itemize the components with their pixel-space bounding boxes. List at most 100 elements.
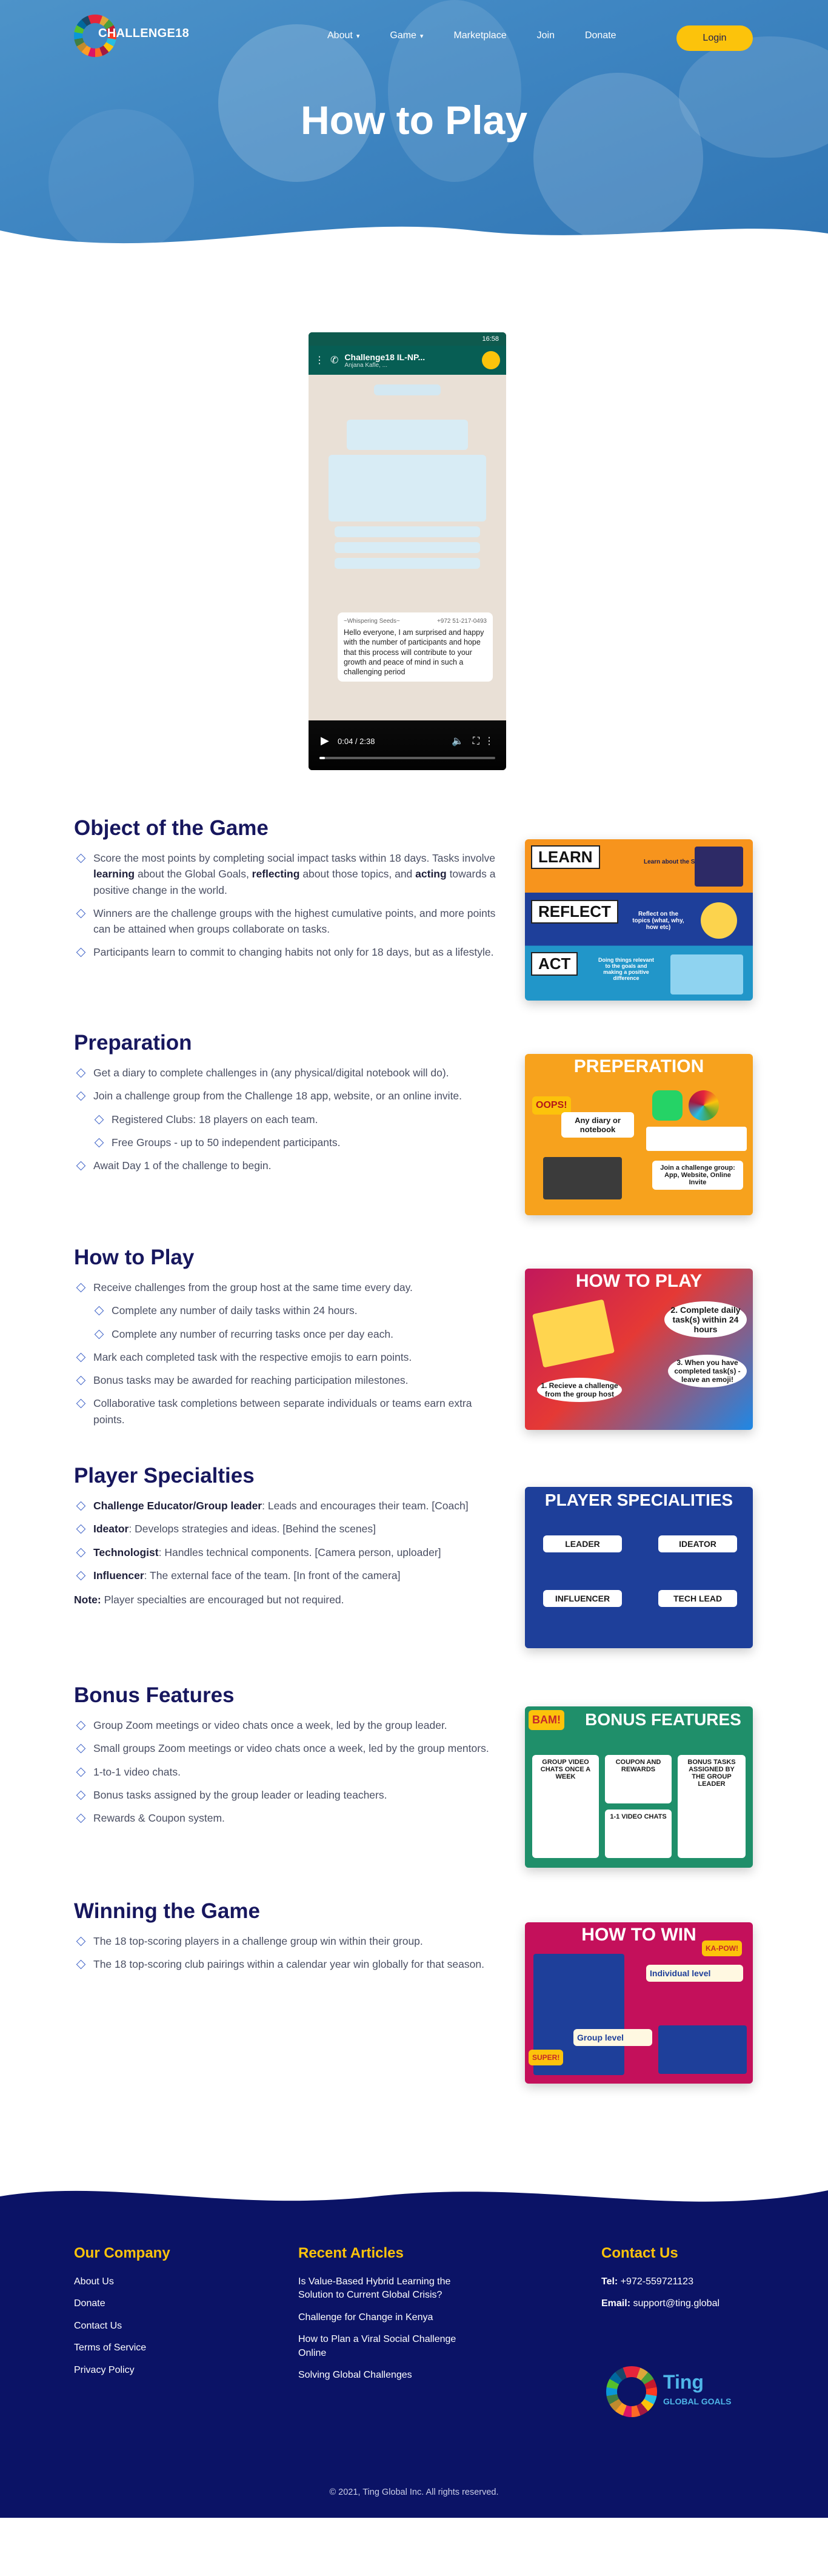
- role-name: Challenge Educator/Group leader: [93, 1500, 262, 1512]
- nav-item-about[interactable]: About ▾: [327, 30, 359, 41]
- volume-icon[interactable]: 🔈: [452, 735, 464, 747]
- chat-system-message: [329, 455, 486, 522]
- chat-subtitle: Anjana Kafle, ...: [344, 361, 388, 369]
- illustration-step: 2. Complete daily task(s) within 24 hour…: [664, 1301, 747, 1338]
- illustration-bubble: Any diary or notebook: [561, 1112, 634, 1138]
- chat-title: Challenge18 IL-NP...: [344, 352, 426, 362]
- feature-box: GROUP VIDEO CHATS ONCE A WEEK: [532, 1755, 599, 1858]
- status-time: 16:58: [482, 335, 499, 343]
- more-options-icon[interactable]: ⋮: [484, 735, 494, 747]
- illustration-word: LEARN: [531, 845, 600, 869]
- video-progress-bar[interactable]: [319, 757, 495, 759]
- section-body: Receive challenges from the group host a…: [74, 1280, 498, 1435]
- footer-article-link[interactable]: Challenge for Change in Kenya: [298, 2311, 474, 2324]
- list-item: Mark each completed task with the respec…: [74, 1349, 498, 1365]
- nav-item-label: About: [327, 30, 353, 41]
- list-item: Get a diary to complete challenges in (a…: [74, 1065, 498, 1081]
- site-footer: Our Company About Us Donate Contact Us T…: [0, 2166, 828, 2518]
- illustration-caption: Doing things relevant to the goals and m…: [598, 957, 654, 981]
- section-title: Bonus Features: [74, 1683, 235, 1707]
- list-item: Group Zoom meetings or video chats once …: [74, 1717, 498, 1733]
- list-item: The 18 top-scoring players in a challeng…: [74, 1933, 498, 1949]
- chat-system-message: [335, 526, 480, 537]
- video-progress-fill: [319, 757, 325, 759]
- role-description: : Handles technical components. [Camera …: [158, 1546, 441, 1558]
- play-icon[interactable]: ▶: [321, 734, 329, 747]
- footer-link-about[interactable]: About Us: [74, 2275, 146, 2289]
- list-item: Rewards & Coupon system.: [74, 1810, 498, 1826]
- phone-icon: [532, 1299, 615, 1368]
- nav-item-label: Join: [536, 30, 555, 41]
- illustration-caption: Reflect on the topics (what, why, how et…: [632, 911, 684, 931]
- illustration-exclaim: KA-POW!: [702, 1940, 742, 1956]
- illustration-title: HOW TO PLAY: [575, 1271, 703, 1291]
- nav-item-label: Donate: [584, 30, 616, 41]
- list-item: 1-to-1 video chats.: [74, 1764, 498, 1780]
- footer-article-link[interactable]: How to Plan a Viral Social Challenge Onl…: [298, 2333, 474, 2360]
- role-name: Influencer: [93, 1569, 144, 1581]
- list-item: Bonus tasks assigned by the group leader…: [74, 1787, 498, 1803]
- section-title: Preparation: [74, 1031, 192, 1055]
- login-button[interactable]: Login: [676, 25, 753, 51]
- list-item: Complete any number of recurring tasks o…: [92, 1326, 498, 1342]
- chat-system-message: [335, 558, 480, 569]
- role-card: INFLUENCER: [543, 1590, 622, 1607]
- section-preparation: Preparation Get a diary to complete chal…: [0, 1031, 828, 1246]
- role-card: LEADER: [543, 1535, 622, 1552]
- logo-subtext: GLOBAL GOALS: [663, 2397, 732, 2406]
- section-title: Player Specialties: [74, 1464, 255, 1488]
- role-card: IDEATOR: [658, 1535, 737, 1552]
- message-sender: ~Whispering Seeds~: [344, 618, 400, 625]
- section-body: Group Zoom meetings or video chats once …: [74, 1717, 498, 1833]
- footer-link-terms[interactable]: Terms of Service: [74, 2341, 146, 2355]
- video-time: 0:04 / 2:38: [338, 737, 375, 746]
- role-description: : Develops strategies and ideas. [Behind…: [129, 1523, 376, 1535]
- footer-phone[interactable]: Tel: +972-559721123: [601, 2275, 719, 2289]
- footer-email[interactable]: Email: support@ting.global: [601, 2297, 719, 2310]
- footer-link-privacy[interactable]: Privacy Policy: [74, 2364, 146, 2377]
- sdg-wheel-icon: [606, 2366, 657, 2417]
- bullet-list: Challenge Educator/Group leader: Leads a…: [74, 1498, 498, 1583]
- chat-system-message: [335, 542, 480, 553]
- role-name: Ideator: [93, 1523, 129, 1535]
- bonus-features-illustration: BONUS FEATURES BAM! GROUP VIDEO CHATS ON…: [525, 1706, 753, 1868]
- nav-item-join[interactable]: Join: [537, 30, 555, 41]
- video-player[interactable]: 16:58 ⋮ ✆ Challenge18 IL-NP... Anjana Ka…: [309, 332, 506, 770]
- nav-item-game[interactable]: Game ▾: [390, 30, 423, 41]
- footer-article-link[interactable]: Is Value-Based Hybrid Learning the Solut…: [298, 2275, 474, 2303]
- illustration-caption: Individual level: [646, 1965, 743, 1982]
- date-chip: [374, 384, 441, 395]
- list-item: Bonus tasks may be awarded for reaching …: [74, 1372, 498, 1388]
- section-title: How to Play: [74, 1246, 195, 1269]
- bullet-list: Receive challenges from the group host a…: [74, 1280, 498, 1295]
- list-item: Challenge Educator/Group leader: Leads a…: [74, 1498, 498, 1514]
- footer-link-donate[interactable]: Donate: [74, 2297, 146, 2310]
- list-item: Collaborative task completions between s…: [74, 1395, 498, 1427]
- illustration-step: 3. When you have completed task(s) - lea…: [668, 1355, 747, 1387]
- footer-link-contact[interactable]: Contact Us: [74, 2319, 146, 2333]
- list-item: Complete any number of daily tasks withi…: [92, 1303, 498, 1318]
- nav-item-donate[interactable]: Donate: [585, 30, 616, 41]
- role-name: Technologist: [93, 1546, 159, 1558]
- section-player-specialties: Player Specialties Challenge Educator/Gr…: [0, 1464, 828, 1683]
- ting-global-goals-logo[interactable]: Ting GLOBAL GOALS: [606, 2366, 752, 2421]
- nav-item-marketplace[interactable]: Marketplace: [453, 30, 506, 41]
- nav-item-label: Game: [390, 30, 416, 41]
- role-description: : Leads and encourages their team. [Coac…: [262, 1500, 469, 1512]
- footer-article-link[interactable]: Solving Global Challenges: [298, 2369, 474, 2382]
- section-body: The 18 top-scoring players in a challeng…: [74, 1933, 498, 1980]
- section-objective: Object of the Game Score the most points…: [0, 816, 828, 1031]
- website-preview: [646, 1127, 747, 1151]
- list-item: Technologist: Handles technical componen…: [74, 1545, 498, 1560]
- role-card: TECH LEAD: [658, 1590, 737, 1607]
- video-controls: ▶ 0:04 / 2:38 🔈 ⛶ ⋮: [309, 720, 506, 770]
- footer-article-links: Is Value-Based Hybrid Learning the Solut…: [298, 2275, 474, 2390]
- hero-banner: CHALLENGE18 About ▾ Game ▾ Marketplace J…: [0, 0, 828, 267]
- list-item: Score the most points by completing soci…: [74, 850, 498, 898]
- section-bonus-features: Bonus Features Group Zoom meetings or vi…: [0, 1683, 828, 1899]
- fullscreen-icon[interactable]: ⛶: [473, 736, 479, 747]
- chevron-down-icon: ▾: [356, 32, 360, 40]
- illustration-exclaim: BAM!: [529, 1710, 564, 1730]
- challenge18-logo[interactable]: CHALLENGE18: [74, 12, 189, 63]
- sdg-wheel-icon: [689, 1090, 719, 1121]
